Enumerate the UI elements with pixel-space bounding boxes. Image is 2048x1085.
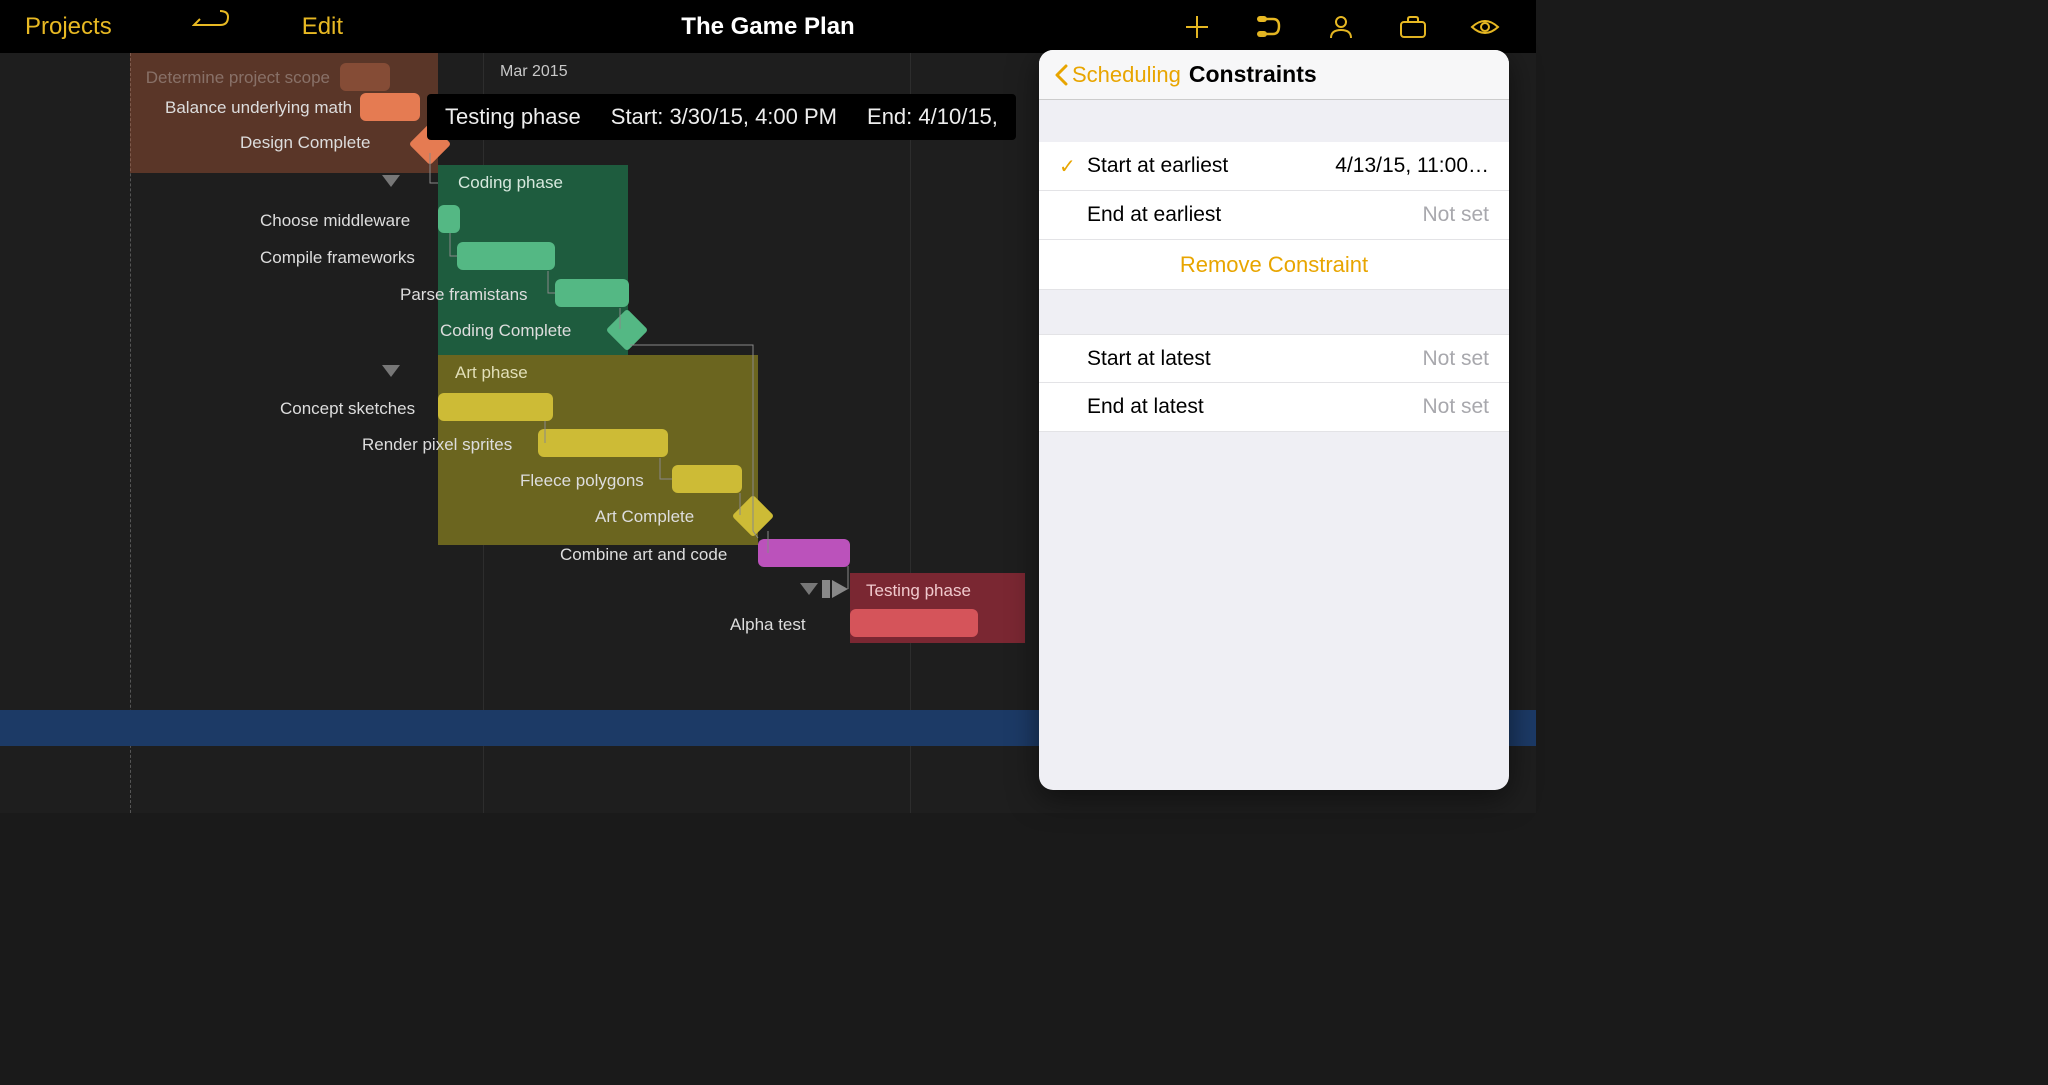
- milestone-label: Design Complete: [240, 133, 370, 153]
- task-bar[interactable]: [555, 279, 629, 307]
- page-title: The Game Plan: [681, 13, 854, 41]
- task-label: Determine project scope: [120, 68, 330, 88]
- task-bar[interactable]: [340, 63, 390, 91]
- eye-icon: [1470, 17, 1500, 37]
- people-button[interactable]: [1325, 11, 1357, 43]
- add-button[interactable]: [1181, 11, 1213, 43]
- undo-button[interactable]: [192, 9, 232, 44]
- month-label: Mar 2015: [500, 63, 568, 81]
- constraint-row-start-latest[interactable]: Start at latest Not set: [1039, 334, 1509, 383]
- popover-arrow: [1430, 50, 1454, 52]
- phase-label: Art phase: [455, 363, 528, 383]
- task-label: Combine art and code: [560, 545, 727, 565]
- view-button[interactable]: [1469, 11, 1501, 43]
- disclosure-triangle-icon[interactable]: [382, 175, 400, 187]
- constraint-row-end-earliest[interactable]: End at earliest Not set: [1039, 191, 1509, 240]
- constraint-indicator-icon: [822, 577, 850, 601]
- task-bar[interactable]: [538, 429, 668, 457]
- constraint-row-end-latest[interactable]: End at latest Not set: [1039, 383, 1509, 432]
- task-bar[interactable]: [438, 205, 460, 233]
- constraint-value: Not set: [1422, 203, 1489, 227]
- back-button[interactable]: Scheduling: [1054, 62, 1181, 88]
- plus-icon: [1184, 14, 1210, 40]
- constraints-popover: Scheduling Constraints ✓ Start at earlie…: [1039, 50, 1509, 790]
- toolbar: Projects Edit The Game Plan: [0, 0, 1536, 53]
- task-label: Parse framistans: [400, 285, 528, 305]
- task-bar[interactable]: [672, 465, 742, 493]
- task-bar[interactable]: [758, 539, 850, 567]
- milestone-label: Art Complete: [595, 507, 694, 527]
- chevron-left-icon: [1054, 64, 1068, 86]
- edit-button[interactable]: Edit: [302, 13, 343, 41]
- check-icon: ✓: [1059, 154, 1087, 179]
- person-icon: [1328, 14, 1354, 40]
- tooltip-end: End: 4/10/15,: [867, 104, 998, 130]
- disclosure-triangle-icon[interactable]: [382, 365, 400, 377]
- task-bar[interactable]: [850, 609, 978, 637]
- task-label: Choose middleware: [260, 211, 410, 231]
- constraint-label: Start at latest: [1087, 347, 1211, 371]
- popover-title: Constraints: [1189, 61, 1317, 88]
- back-label: Scheduling: [1072, 62, 1181, 88]
- remove-constraint-button[interactable]: Remove Constraint: [1039, 240, 1509, 290]
- task-label: Balance underlying math: [165, 98, 352, 118]
- popover-header: Scheduling Constraints: [1039, 50, 1509, 100]
- briefcase-icon: [1399, 15, 1427, 39]
- undo-icon: [192, 9, 232, 37]
- task-label: Alpha test: [730, 615, 806, 635]
- constraint-value: Not set: [1422, 395, 1489, 419]
- connections-icon: [1255, 14, 1283, 40]
- phase-label: Coding phase: [458, 173, 563, 193]
- task-bar[interactable]: [438, 393, 553, 421]
- gridline: [910, 53, 911, 813]
- constraint-label: End at earliest: [1087, 203, 1221, 227]
- milestone-label: Coding Complete: [440, 321, 571, 341]
- task-bar[interactable]: [457, 242, 555, 270]
- task-bar[interactable]: [360, 93, 420, 121]
- task-label: Fleece polygons: [520, 471, 644, 491]
- constraint-label: Start at earliest: [1087, 154, 1228, 178]
- briefcase-button[interactable]: [1397, 11, 1429, 43]
- constraint-label: End at latest: [1087, 395, 1204, 419]
- task-tooltip: Testing phase Start: 3/30/15, 4:00 PM En…: [427, 94, 1016, 140]
- task-label: Render pixel sprites: [362, 435, 512, 455]
- constraint-value: 4/13/15, 11:00…: [1335, 154, 1489, 178]
- phase-label: Testing phase: [866, 581, 971, 601]
- task-label: Concept sketches: [280, 399, 415, 419]
- tooltip-name: Testing phase: [445, 104, 581, 130]
- constraint-row-start-earliest[interactable]: ✓ Start at earliest 4/13/15, 11:00…: [1039, 142, 1509, 191]
- disclosure-triangle-icon[interactable]: [800, 583, 818, 595]
- tooltip-start: Start: 3/30/15, 4:00 PM: [611, 104, 837, 130]
- constraint-value: Not set: [1422, 347, 1489, 371]
- projects-button[interactable]: Projects: [25, 13, 112, 41]
- connections-button[interactable]: [1253, 11, 1285, 43]
- task-label: Compile frameworks: [260, 248, 415, 268]
